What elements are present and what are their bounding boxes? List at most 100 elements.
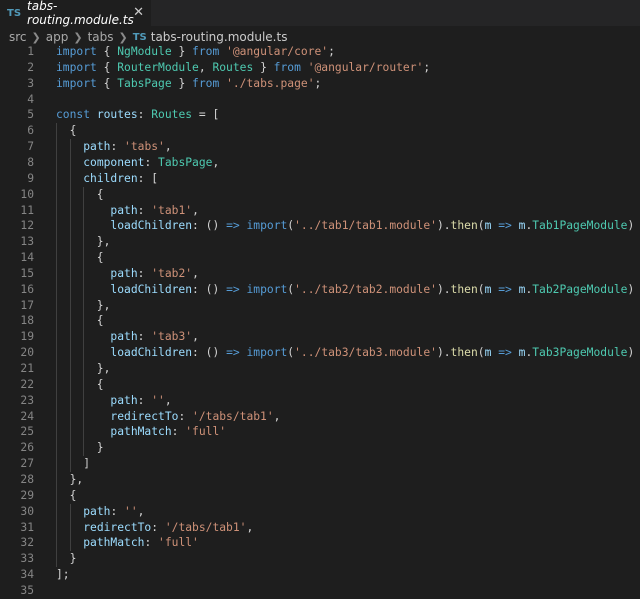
code-token: '' — [151, 393, 165, 407]
code-token: { — [56, 314, 104, 328]
breadcrumb-tabs[interactable]: tabs — [88, 30, 114, 44]
code-line: 25 pathMatch: 'full' — [0, 424, 640, 440]
code-token: : — [144, 155, 159, 169]
code-token: './tabs.page' — [226, 76, 315, 90]
code-line: 14 { — [0, 250, 640, 266]
code-token: 'full' — [158, 536, 199, 550]
code-token: : — [171, 425, 186, 439]
code-token: => — [226, 346, 240, 360]
code-token: ( — [477, 219, 485, 233]
code-text: ]; — [56, 568, 70, 581]
close-icon[interactable]: ✕ — [133, 5, 144, 20]
code-token: ( — [477, 282, 485, 296]
line-number: 26 — [20, 441, 34, 455]
code-token: , — [212, 155, 220, 169]
code-token: 'tab3' — [151, 330, 193, 344]
code-text: redirectTo: '/tabs/tab1', — [56, 521, 253, 534]
code-line: 17 }, — [0, 298, 640, 314]
breadcrumb-app[interactable]: app — [46, 30, 69, 44]
code-token: '' — [124, 504, 138, 518]
code-token: { — [96, 76, 118, 90]
breadcrumb-src[interactable]: src — [9, 30, 27, 44]
code-line: 4 — [0, 92, 640, 108]
code-token: => — [226, 282, 240, 296]
code-line: 29 { — [0, 488, 640, 504]
code-token: ). — [436, 346, 451, 360]
line-number: 3 — [27, 76, 34, 90]
code-token: { — [96, 45, 118, 58]
code-line: 21 }, — [0, 361, 640, 377]
code-token: NgModule — [117, 45, 172, 58]
code-token: => — [226, 219, 240, 233]
code-line: 12 loadChildren: () => import ('../tab1/t… — [0, 218, 640, 234]
line-number: 33 — [20, 552, 34, 566]
code-token: : — [137, 393, 152, 407]
chevron-right-icon: ❯ — [31, 30, 41, 44]
code-line: 16 loadChildren: () => import ('../tab2/t… — [0, 282, 640, 298]
code-line: 1 import { NgModule } from '@angular/core… — [0, 44, 640, 60]
code-line: 20 loadChildren: () => import ('../tab3/t… — [0, 345, 640, 361]
code-text: { — [56, 378, 104, 391]
code-token: }, — [56, 472, 84, 486]
indent-guide — [83, 186, 85, 457]
code-token: ( — [477, 346, 485, 360]
code-token: ). — [436, 282, 451, 296]
code-token: '/tabs/tab1' — [164, 520, 247, 534]
code-line: 7 path: 'tabs', — [0, 139, 640, 155]
breadcrumb-file[interactable]: tabs-routing.module.ts — [151, 30, 288, 44]
code-token: , — [192, 203, 199, 217]
line-number: 35 — [20, 583, 34, 597]
code-token: RouterModule — [117, 60, 199, 74]
code-token: loadChildren — [110, 219, 193, 233]
line-number: 1 — [27, 45, 34, 58]
code-token: ] — [56, 457, 91, 471]
code-token: path — [83, 504, 111, 518]
code-line: 9 children: [ — [0, 171, 640, 187]
line-number: 4 — [27, 92, 34, 106]
code-text: loadChildren: () => import ('../tab1/tab1… — [56, 219, 634, 232]
code-text: }, — [56, 472, 84, 486]
code-token: '../tab3/tab3.module' — [294, 346, 437, 360]
code-text: { — [56, 124, 77, 137]
code-token: Tab1PageModule — [532, 219, 628, 233]
code-line: 26 } — [0, 440, 640, 456]
line-number: 30 — [20, 504, 34, 518]
code-token: { — [56, 377, 104, 391]
code-line: 3 import { TabsPage } from './tabs.page'; — [0, 76, 640, 92]
code-text: pathMatch: 'full' — [56, 536, 199, 549]
code-token: 'tab1' — [151, 203, 193, 217]
code-token: import — [246, 282, 288, 296]
indent-guide — [69, 139, 71, 472]
code-token: : — [110, 140, 125, 154]
code-text: import { RouterModule, Routes } from '@a… — [56, 61, 430, 74]
code-token: loadChildren — [110, 282, 193, 296]
code-token: from — [273, 60, 301, 74]
code-line: 6 { — [0, 123, 640, 139]
code-token: => — [498, 346, 512, 360]
code-line: 2 import { RouterModule, Routes } from '@… — [0, 60, 640, 76]
typescript-file-icon: TS — [132, 31, 147, 43]
line-number: 34 — [20, 568, 34, 582]
line-number: 28 — [20, 472, 34, 486]
code-text: import { TabsPage } from './tabs.page'; — [56, 77, 321, 90]
code-text: } — [56, 441, 104, 454]
code-line: 22 { — [0, 377, 640, 393]
code-token: then — [450, 282, 478, 296]
code-line: 8 component: TabsPage, — [0, 155, 640, 171]
line-number: 10 — [20, 187, 34, 201]
code-token: { — [56, 251, 104, 265]
code-token: path — [110, 330, 138, 344]
code-text: { — [56, 489, 77, 502]
editor-tab-tabs-routing[interactable]: TS tabs-routing.module.ts ✕ — [0, 0, 151, 27]
code-token: , — [192, 266, 199, 280]
code-line: 23 path: '', — [0, 393, 640, 409]
code-token: pathMatch — [83, 536, 145, 550]
line-number: 32 — [20, 536, 34, 550]
code-token: } — [171, 76, 193, 90]
code-token: ) — [627, 219, 635, 233]
code-text: { — [56, 188, 104, 201]
code-token: import — [246, 219, 288, 233]
code-token: , — [192, 330, 199, 344]
